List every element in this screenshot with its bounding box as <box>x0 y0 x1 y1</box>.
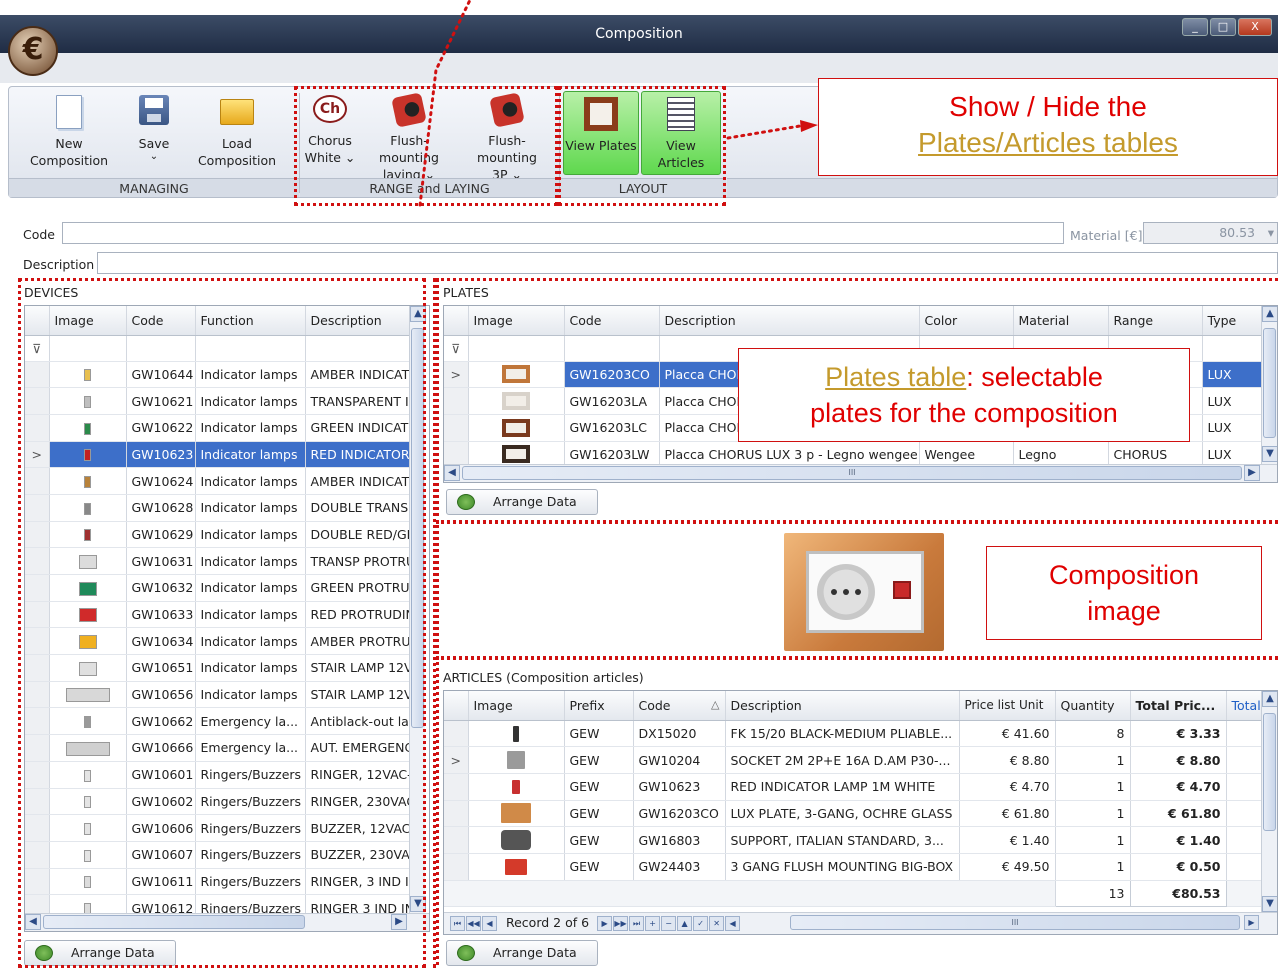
window-title: Composition <box>595 26 683 42</box>
material-label: Material [€] <box>1070 228 1143 243</box>
devices-divider-highlight <box>418 278 436 968</box>
load-composition-label: Load Composition <box>197 136 277 168</box>
new-composition-button[interactable]: New Composition <box>15 95 123 169</box>
showhide-callout: Show / Hide the Plates/Articles tables <box>818 78 1278 176</box>
window-title-bar: Composition <box>0 15 1278 53</box>
showhide-callout-line1: Show / Hide the <box>949 91 1147 122</box>
new-document-icon <box>56 95 82 129</box>
plates-highlight <box>436 278 1278 524</box>
group-managing: MANAGING <box>9 178 299 197</box>
material-dropdown-icon[interactable]: ▾ <box>1268 223 1274 243</box>
range-laying-highlight <box>294 86 558 206</box>
save-label: Save <box>138 136 170 151</box>
close-button[interactable]: X <box>1238 18 1272 36</box>
articles-highlight <box>436 656 1278 965</box>
devices-highlight <box>18 278 426 968</box>
window-controls: _ □ X <box>1182 18 1272 36</box>
showhide-callout-line2: Plates/Articles tables <box>918 127 1178 158</box>
code-input[interactable] <box>62 222 1064 244</box>
material-amount: 80.53 <box>1219 225 1255 240</box>
folder-icon <box>220 99 254 125</box>
new-composition-label: New Composition <box>29 136 109 168</box>
load-composition-button[interactable]: Load Composition <box>181 95 293 169</box>
description-label: Description <box>23 257 95 272</box>
save-dropdown-icon[interactable]: ⌄ <box>129 152 179 162</box>
material-value: 80.53 ▾ <box>1143 222 1278 244</box>
code-label: Code <box>23 227 56 242</box>
minimize-button[interactable]: _ <box>1182 18 1208 36</box>
save-button[interactable]: Save ⌄ <box>129 95 179 162</box>
app-logo-icon[interactable]: € <box>8 26 58 76</box>
maximize-button[interactable]: □ <box>1210 18 1236 36</box>
layout-highlight <box>558 86 726 206</box>
composition-highlight <box>436 520 1278 660</box>
description-input[interactable] <box>97 252 1278 274</box>
ribbon-empty-group <box>727 178 1277 197</box>
floppy-disk-icon <box>139 95 169 125</box>
